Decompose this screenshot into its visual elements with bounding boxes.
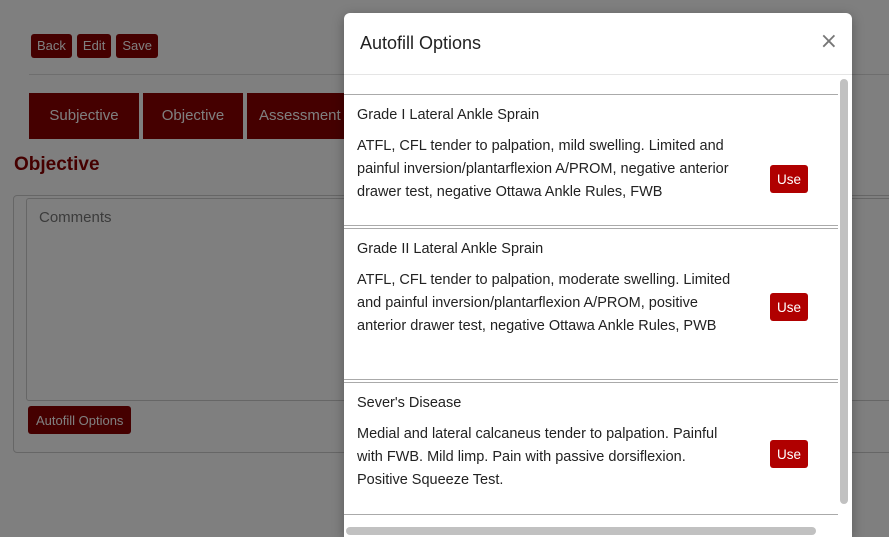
option-text: Medial and lateral calcaneus tender to p… (357, 426, 718, 488)
use-button[interactable]: Use (770, 440, 808, 468)
option-text: ATFL, CFL tender to palpation, mild swel… (357, 138, 729, 200)
option-title: Grade II Lateral Ankle Sprain (357, 241, 544, 257)
autofill-option: Grade II Lateral Ankle Sprain ATFL, CFL … (344, 228, 838, 380)
modal-body: Grade I Lateral Ankle Sprain ATFL, CFL t… (344, 75, 838, 527)
use-button[interactable]: Use (770, 165, 808, 193)
vertical-scrollbar[interactable] (840, 79, 848, 504)
autofill-option: Sever's Disease Medial and lateral calca… (344, 382, 838, 515)
autofill-option: Grade I Lateral Ankle Sprain ATFL, CFL t… (344, 94, 838, 226)
option-title: Sever's Disease (357, 395, 462, 411)
modal-title: Autofill Options (360, 33, 482, 53)
close-icon[interactable]: × (820, 30, 838, 54)
horizontal-scrollbar[interactable] (346, 527, 816, 535)
modal-header: Autofill Options × (344, 13, 852, 75)
autofill-modal: Autofill Options × Grade I Lateral Ankle… (344, 13, 852, 537)
option-title: Grade I Lateral Ankle Sprain (357, 107, 540, 123)
option-text: ATFL, CFL tender to palpation, moderate … (357, 272, 731, 334)
use-button[interactable]: Use (770, 293, 808, 321)
